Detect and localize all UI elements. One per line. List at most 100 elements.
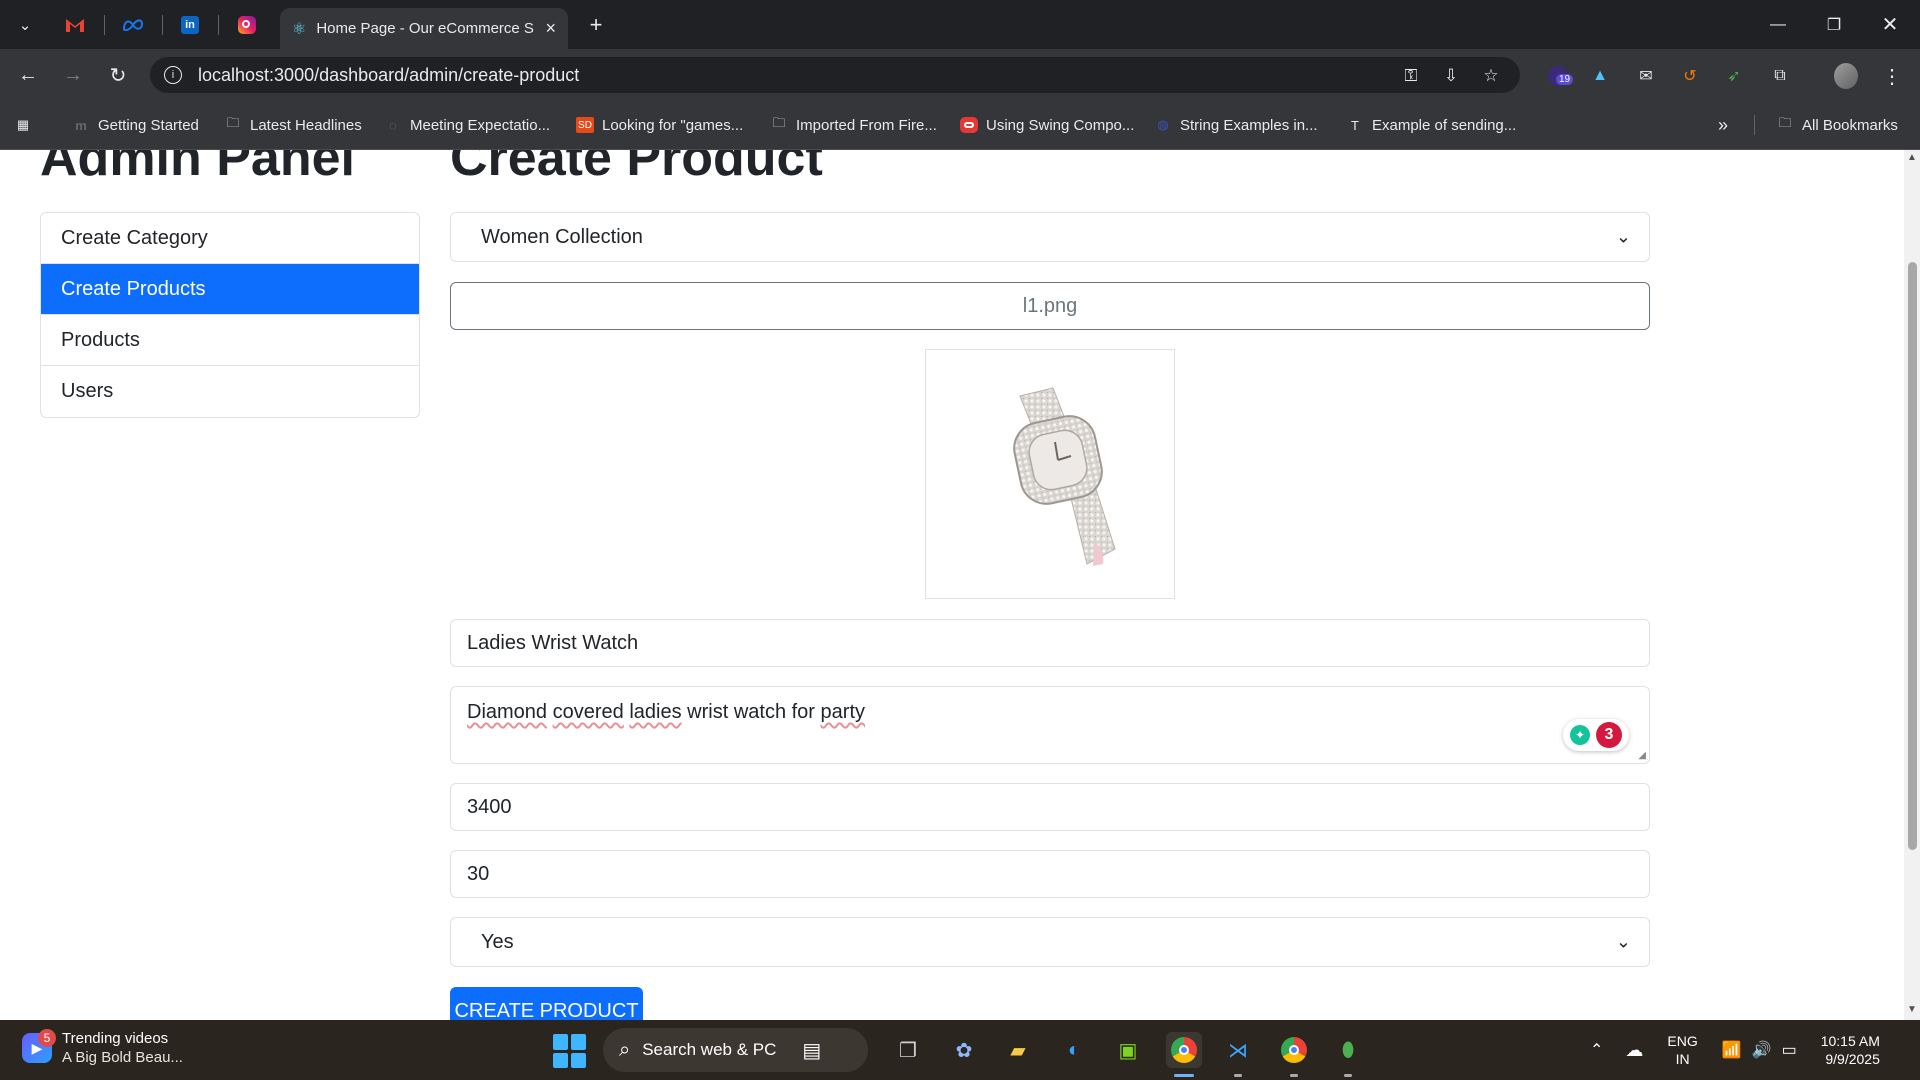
- m-icon: m: [75, 117, 87, 133]
- upload-file-name: l1.png: [1022, 294, 1078, 317]
- bookmark-latest-headlines[interactable]: 🗀 Latest Headlines: [224, 114, 362, 136]
- bookmark-getting-started[interactable]: m Getting Started: [72, 114, 199, 136]
- chrome-icon[interactable]: [1166, 1032, 1202, 1068]
- page-scrollbar[interactable]: ▲ ▼: [1904, 150, 1920, 1020]
- browser-tab-strip: ⌄ in ⚛ Home Page - Our eCommerce S × + —…: [0, 0, 1920, 49]
- vscode-icon[interactable]: ⋊: [1220, 1032, 1256, 1068]
- close-window-icon[interactable]: ✕: [1862, 0, 1918, 49]
- gmail-icon[interactable]: [60, 10, 90, 40]
- back-arrow-icon[interactable]: ←: [12, 59, 44, 91]
- bookmark-label: Imported From Fire...: [796, 116, 937, 134]
- taskbar-search-label: Search web & PC: [642, 1040, 777, 1059]
- sidebar-item-users[interactable]: Users: [41, 366, 419, 417]
- chevron-down-icon: ⌄: [1615, 931, 1631, 952]
- quantity-input[interactable]: 30: [450, 850, 1650, 898]
- apps-grid-icon[interactable]: ▦: [14, 114, 32, 136]
- site-info-icon[interactable]: i: [164, 66, 182, 84]
- bookmark-imported-from-firefox[interactable]: 🗀 Imported From Fire...: [770, 114, 937, 136]
- bookmark-label: Latest Headlines: [250, 116, 362, 134]
- wifi-icon[interactable]: 📶: [1722, 1040, 1742, 1060]
- password-key-icon[interactable]: ⚿: [1400, 65, 1422, 87]
- extensions-puzzle-icon[interactable]: ⧉: [1768, 64, 1792, 88]
- show-hidden-icons-chevron-icon[interactable]: ⌃: [1590, 1040, 1603, 1060]
- all-bookmarks-label: All Bookmarks: [1802, 116, 1898, 134]
- edge-browser-icon[interactable]: ◐: [1056, 1032, 1092, 1068]
- copilot-icon[interactable]: ✿: [946, 1032, 982, 1068]
- category-select[interactable]: Women Collection ⌄: [450, 212, 1650, 262]
- grammarly-issue-count: 3: [1596, 722, 1622, 748]
- sd-icon: SD: [576, 117, 594, 133]
- react-icon: ⚛: [292, 20, 307, 38]
- bookmark-label: Using Swing Compo...: [986, 116, 1135, 134]
- restore-icon[interactable]: ❐: [1806, 0, 1862, 49]
- grammarly-widget[interactable]: ✦ 3: [1563, 719, 1629, 751]
- clock[interactable]: 10:15 AM 9/9/2025: [1821, 1032, 1880, 1068]
- tab-home-page[interactable]: ⚛ Home Page - Our eCommerce S ×: [280, 8, 568, 49]
- globe-icon: ◍: [1157, 117, 1169, 132]
- bookmark-label: String Examples in...: [1180, 116, 1318, 134]
- scroll-up-icon[interactable]: ▲: [1907, 152, 1917, 163]
- install-app-icon[interactable]: ⇩: [1440, 65, 1462, 87]
- sidebar-item-create-products[interactable]: Create Products: [41, 264, 419, 315]
- scroll-thumb[interactable]: [1908, 262, 1917, 850]
- globe-icon: ◌: [389, 117, 397, 133]
- instagram-icon[interactable]: [232, 10, 262, 40]
- all-bookmarks[interactable]: 🗀 All Bookmarks: [1776, 114, 1898, 136]
- description-word: covered: [552, 701, 624, 723]
- product-name-input[interactable]: Ladies Wrist Watch: [450, 619, 1650, 667]
- bookmark-using-swing-components[interactable]: Using Swing Compo...: [960, 114, 1134, 136]
- new-tab-plus-icon[interactable]: +: [581, 10, 611, 40]
- mail-extension-icon[interactable]: ✉: [1634, 64, 1658, 88]
- price-value: 3400: [467, 795, 512, 818]
- meet-app-icon[interactable]: ▣: [1110, 1032, 1146, 1068]
- analytics-extension-icon[interactable]: ▲: [1588, 64, 1612, 88]
- task-view-icon[interactable]: ❐: [890, 1032, 926, 1068]
- file-explorer-icon[interactable]: ▰: [1000, 1032, 1036, 1068]
- battery-icon[interactable]: ▭: [1782, 1040, 1797, 1060]
- refresh-extension-icon[interactable]: ↺: [1678, 64, 1702, 88]
- chrome-profile-icon[interactable]: [1276, 1032, 1312, 1068]
- sidebar-item-create-category[interactable]: Create Category: [41, 213, 419, 264]
- widget-title: Trending videos: [62, 1030, 169, 1047]
- profile-avatar-icon[interactable]: [1834, 63, 1858, 89]
- forward-arrow-icon[interactable]: →: [57, 59, 89, 91]
- language-label: ENG: [1667, 1033, 1698, 1049]
- bookmark-looking-for-games[interactable]: SD Looking for "games...: [576, 114, 743, 136]
- price-input[interactable]: 3400: [450, 783, 1650, 831]
- taskbar-search[interactable]: ⌕ Search web & PC ▤: [603, 1028, 868, 1072]
- bookmark-example-of-sending[interactable]: T Example of sending...: [1346, 114, 1516, 136]
- bookmark-string-examples[interactable]: ◍ String Examples in...: [1154, 114, 1318, 136]
- minimize-icon[interactable]: —: [1750, 0, 1806, 49]
- mongodb-compass-icon[interactable]: ⬮: [1330, 1032, 1366, 1068]
- widgets-button[interactable]: ▶ 5 Trending videos A Big Bold Beau...: [22, 1029, 183, 1066]
- category-select-value: Women Collection: [481, 225, 643, 248]
- resize-grip-icon[interactable]: ◢: [1638, 750, 1646, 761]
- create-product-button[interactable]: CREATE PRODUCT: [450, 987, 643, 1020]
- product-description-textarea[interactable]: Diamond covered ladies wrist watch for p…: [450, 686, 1650, 764]
- description-word: ladies: [629, 701, 682, 723]
- reload-icon[interactable]: ↻: [102, 59, 134, 91]
- browser-toolbar: ← → ↻ i localhost:3000/dashboard/admin/c…: [0, 49, 1920, 100]
- extension-badge-icon[interactable]: 19: [1546, 64, 1574, 88]
- language-indicator[interactable]: ENG IN: [1667, 1032, 1697, 1068]
- linkedin-icon[interactable]: in: [175, 10, 205, 40]
- address-bar[interactable]: i localhost:3000/dashboard/admin/create-…: [150, 57, 1520, 93]
- tab-search-chevron-down-icon[interactable]: ⌄: [10, 10, 40, 40]
- shipping-select[interactable]: Yes ⌄: [450, 917, 1650, 967]
- more-bookmarks-chevron-icon[interactable]: »: [1718, 114, 1728, 136]
- volume-icon[interactable]: 🔊: [1752, 1040, 1772, 1060]
- windows-start-icon[interactable]: [553, 1034, 587, 1068]
- upload-photo-button[interactable]: l1.png: [450, 282, 1650, 330]
- bookmark-star-icon[interactable]: ☆: [1480, 65, 1502, 87]
- tab-close-icon[interactable]: ×: [545, 18, 556, 39]
- onedrive-cloud-icon[interactable]: ☁: [1625, 1040, 1643, 1061]
- menu-kebab-icon[interactable]: ⋮: [1880, 64, 1904, 88]
- clock-date: 9/9/2025: [1825, 1051, 1880, 1067]
- sidebar-item-products[interactable]: Products: [41, 315, 419, 366]
- rocket-extension-icon[interactable]: ➶: [1722, 64, 1746, 88]
- bookmark-meeting-expectations[interactable]: ◌ Meeting Expectatio...: [384, 114, 550, 136]
- meta-icon[interactable]: [118, 10, 148, 40]
- scroll-down-icon[interactable]: ▼: [1907, 1004, 1917, 1015]
- description-word: party: [820, 701, 865, 723]
- bookmark-label: Meeting Expectatio...: [410, 116, 551, 134]
